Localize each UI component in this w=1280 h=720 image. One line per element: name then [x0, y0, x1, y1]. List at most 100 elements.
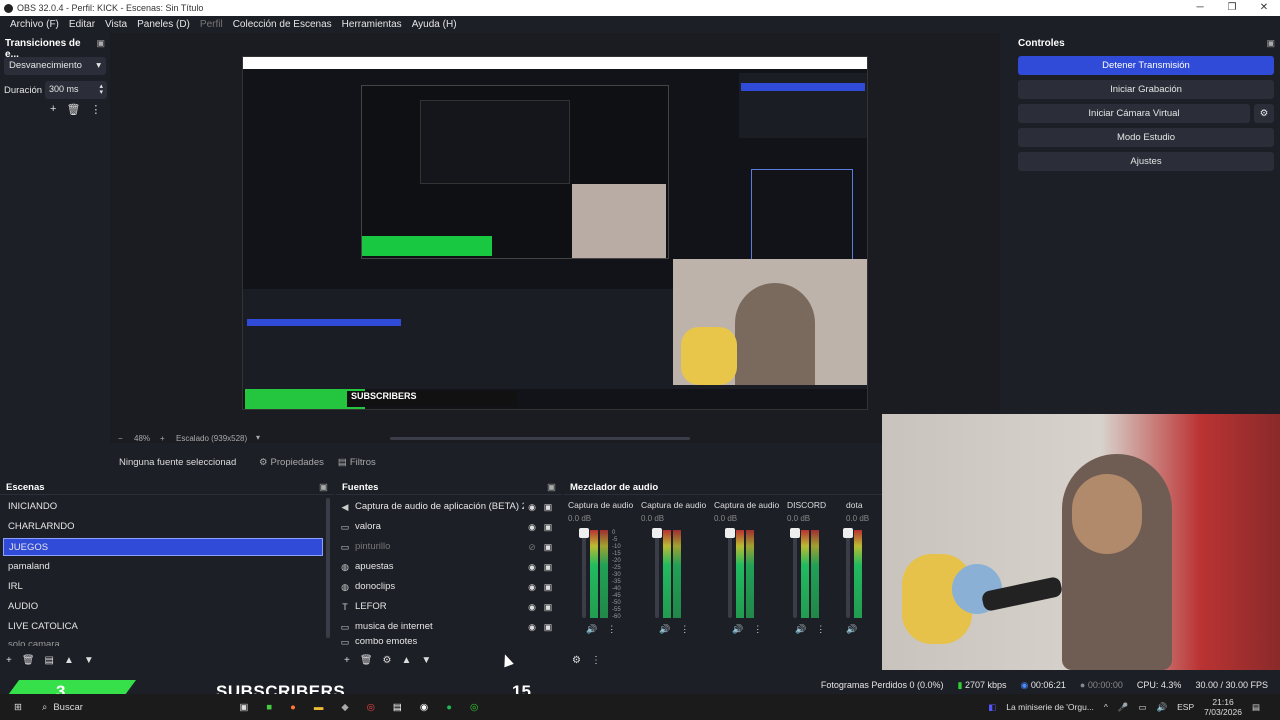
fader-handle[interactable] — [790, 528, 800, 538]
source-item[interactable]: ◍ apuestas ◉ ▣ — [338, 558, 556, 576]
eye-icon[interactable]: ◉ — [524, 558, 540, 576]
more-icon[interactable]: ⋮ — [607, 624, 616, 635]
minecraft-icon[interactable]: ■ — [266, 702, 272, 713]
more-icon[interactable]: ⋮ — [680, 624, 689, 635]
eye-icon[interactable]: ◉ — [524, 578, 540, 596]
source-item[interactable]: ◍ donoclips ◉ ▣ — [338, 578, 556, 596]
scene-item[interactable]: LIVE CATOLICA — [3, 618, 323, 636]
more-icon[interactable]: ⋮ — [90, 103, 101, 116]
eye-icon[interactable]: ◉ — [524, 518, 540, 536]
start-recording-button[interactable]: Iniciar Grabación — [1018, 80, 1274, 99]
scenes-scrollbar[interactable] — [326, 498, 330, 638]
speaker-icon[interactable]: 🔊 — [732, 624, 743, 635]
move-down-icon[interactable]: ▼ — [84, 655, 94, 666]
tray-chevron-icon[interactable]: ^ — [1104, 702, 1108, 712]
clock[interactable]: 21:16 7/03/2026 — [1204, 697, 1242, 717]
fader-handle[interactable] — [579, 528, 589, 538]
lock-icon[interactable]: ▣ — [540, 538, 556, 556]
obs-taskbar-icon[interactable]: ◉ — [420, 702, 428, 713]
volume-fader[interactable] — [846, 530, 850, 618]
scene-filters-icon[interactable]: ▤ — [45, 655, 54, 666]
scene-item[interactable]: CHARLARNDO — [3, 518, 323, 536]
speaker-icon[interactable]: 🔊 — [846, 624, 857, 635]
studio-mode-button[interactable]: Modo Estudio — [1018, 128, 1274, 147]
more-icon[interactable]: ⋮ — [591, 655, 601, 666]
more-icon[interactable]: ⋮ — [816, 624, 825, 635]
menu-vista[interactable]: Vista — [100, 19, 132, 30]
volume-fader[interactable] — [793, 530, 797, 618]
scene-item-selected[interactable]: JUEGOS — [3, 538, 323, 556]
speaker-icon[interactable]: 🔊 — [659, 624, 670, 635]
source-properties-gear-icon[interactable]: ⚙ — [383, 655, 392, 666]
move-up-icon[interactable]: ▲ — [64, 655, 74, 666]
taskbar-search[interactable]: Buscar — [53, 702, 193, 713]
source-item[interactable]: ▭ valora ◉ ▣ — [338, 518, 556, 536]
volume-icon[interactable]: 🔊 — [1157, 702, 1168, 713]
maximize-button[interactable]: ❐ — [1216, 0, 1248, 16]
filters-button[interactable]: ▤ Filtros — [338, 457, 376, 468]
dock-menu-icon[interactable]: ▣ — [1266, 38, 1275, 49]
scene-item[interactable]: pamaland — [3, 558, 323, 576]
add-icon[interactable]: + — [50, 103, 56, 116]
duration-input[interactable]: 300 ms ▴ ▾ — [45, 81, 107, 99]
chrome-icon[interactable]: ◎ — [367, 702, 375, 713]
browser-icon[interactable]: ◎ — [470, 702, 478, 713]
lock-icon[interactable]: ▣ — [540, 518, 556, 536]
menu-paneles[interactable]: Paneles (D) — [132, 19, 195, 30]
fader-handle[interactable] — [652, 528, 662, 538]
settings-button[interactable]: Ajustes — [1018, 152, 1274, 171]
menu-herramientas[interactable]: Herramientas — [337, 19, 407, 30]
source-item[interactable]: T LEFOR ◉ ▣ — [338, 598, 556, 616]
lock-icon[interactable]: ▣ — [540, 498, 556, 516]
scene-item[interactable]: solo camara — [3, 638, 323, 646]
source-item[interactable]: ◀ Captura de audio de aplicación (BETA) 2… — [338, 498, 556, 516]
speaker-icon[interactable]: 🔊 — [586, 624, 597, 635]
remove-scene-icon[interactable]: 🗑 — [22, 655, 35, 666]
lock-icon[interactable]: ▣ — [540, 578, 556, 596]
start-icon[interactable]: ⊞ — [10, 702, 26, 713]
search-icon[interactable]: ⌕ — [42, 702, 47, 713]
media-title[interactable]: La miniserie de 'Orgu... — [1006, 702, 1094, 712]
transition-select[interactable]: Desvanecimiento ▾ — [4, 57, 106, 75]
source-item[interactable]: ▭ pinturillo ⊘ ▣ — [338, 538, 556, 556]
task-view-icon[interactable]: ▣ — [239, 702, 248, 713]
source-item[interactable]: ▭ musica de internet ◉ ▣ — [338, 618, 556, 636]
spotify-icon[interactable]: ● — [446, 702, 452, 713]
scene-item[interactable]: AUDIO — [3, 598, 323, 616]
zoom-in-icon[interactable]: + — [160, 434, 165, 443]
fader-handle[interactable] — [725, 528, 735, 538]
menu-perfil[interactable]: Perfil — [195, 19, 228, 30]
source-item[interactable]: ▭ combo emotes — [338, 638, 556, 646]
eye-hidden-icon[interactable]: ⊘ — [524, 538, 540, 556]
eye-icon[interactable]: ◉ — [524, 618, 540, 636]
scene-item[interactable]: INICIANDO — [3, 498, 323, 516]
menu-coleccion-escenas[interactable]: Colección de Escenas — [228, 19, 337, 30]
eye-icon[interactable]: ◉ — [524, 598, 540, 616]
minimize-button[interactable]: ─ — [1184, 0, 1216, 16]
notifications-icon[interactable]: ▤ — [1252, 702, 1260, 713]
eye-icon[interactable]: ◉ — [524, 498, 540, 516]
volume-fader[interactable] — [655, 530, 659, 618]
properties-button[interactable]: ⚙ Propiedades — [259, 457, 324, 468]
lock-icon[interactable]: ▣ — [540, 558, 556, 576]
dock-menu-icon[interactable]: ▣ — [319, 482, 328, 493]
language-indicator[interactable]: ESP — [1177, 702, 1194, 712]
preview-scrollbar[interactable] — [390, 437, 690, 440]
move-up-icon[interactable]: ▲ — [402, 655, 412, 666]
app-icon[interactable]: ◆ — [341, 702, 348, 713]
trash-icon[interactable]: 🗑 — [66, 103, 80, 116]
network-icon[interactable]: ▭ — [1139, 702, 1147, 713]
dock-menu-icon[interactable]: ▣ — [547, 482, 556, 493]
fader-handle[interactable] — [843, 528, 853, 538]
add-scene-icon[interactable]: + — [6, 655, 12, 666]
menu-ayuda[interactable]: Ayuda (H) — [407, 19, 462, 30]
start-virtual-camera-button[interactable]: Iniciar Cámara Virtual — [1018, 104, 1250, 123]
firefox-icon[interactable]: ● — [290, 702, 296, 713]
program-preview[interactable]: SUBSCRIBERS — [242, 56, 868, 410]
mic-icon[interactable]: 🎤 — [1118, 702, 1129, 713]
lock-icon[interactable]: ▣ — [540, 598, 556, 616]
lock-icon[interactable]: ▣ — [540, 618, 556, 636]
advanced-audio-icon[interactable]: ⚙ — [572, 655, 581, 666]
folder-icon[interactable]: ▬ — [314, 702, 324, 713]
menu-archivo[interactable]: Archivo (F) — [5, 19, 64, 30]
